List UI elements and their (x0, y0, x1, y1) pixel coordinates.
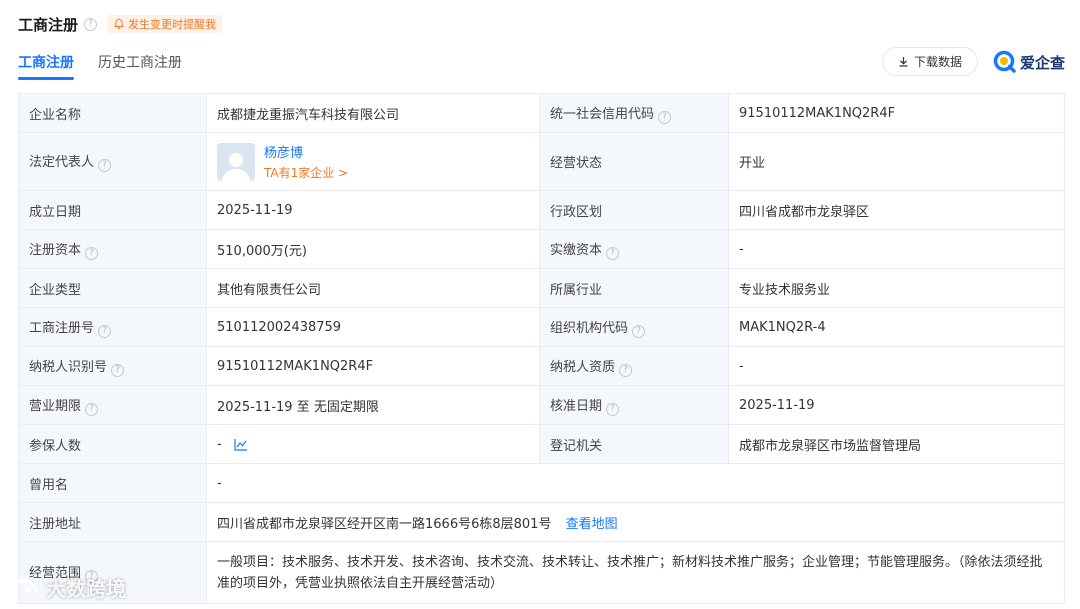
company-type-value: 其他有限责任公司 (206, 268, 540, 308)
paid-capital-label: 实缴资本? (539, 229, 729, 269)
help-icon[interactable]: ? (606, 246, 620, 260)
paid-capital-value: - (728, 229, 1065, 269)
industry-label: 所属行业 (539, 268, 729, 308)
registration-table: 企业名称 成都捷龙重振汽车科技有限公司 统一社会信用代码? 91510112MA… (18, 93, 1065, 604)
view-map-link[interactable]: 查看地图 (566, 517, 618, 532)
insured-count: - (217, 436, 222, 452)
legal-rep-companies-link[interactable]: TA有1家企业 > (264, 164, 348, 181)
company-name-label: 企业名称 (18, 93, 207, 133)
table-row: 纳税人识别号? 91510112MAK1NQ2R4F 纳税人资质? - (18, 346, 1065, 386)
avatar[interactable] (217, 142, 255, 181)
authority-label: 登记机关 (539, 424, 729, 464)
former-name-label: 曾用名 (18, 463, 207, 503)
download-icon (899, 57, 908, 67)
reg-capital-value: 510,000万(元) (206, 229, 540, 269)
bell-icon (114, 18, 124, 29)
watermark-logo-icon (4, 578, 38, 596)
taxpayer-qual-value: - (728, 346, 1065, 386)
help-icon[interactable]: ? (98, 159, 112, 172)
brand-label: 爱企查 (1020, 53, 1066, 72)
help-icon[interactable]: ? (111, 363, 125, 377)
brand-logo: 爱企查 (993, 49, 1065, 75)
reg-number-value: 510112002438759 (206, 307, 540, 347)
table-row: 企业类型 其他有限责任公司 所属行业 专业技术服务业 (18, 268, 1065, 308)
taxpayer-id-label: 纳税人识别号? (18, 346, 207, 386)
industry-value: 专业技术服务业 (728, 268, 1065, 308)
tab-registration[interactable]: 工商注册 (18, 52, 74, 80)
authority-value: 成都市龙泉驿区市场监督管理局 (728, 424, 1065, 464)
tab-bar: 工商注册 历史工商注册 (18, 52, 206, 80)
watermark: 大数跨境 (2, 573, 126, 602)
founded-label: 成立日期 (18, 190, 207, 230)
download-button[interactable]: 下载数据 (882, 47, 978, 76)
table-row: 成立日期 2025-11-19 行政区划 四川省成都市龙泉驿区 (18, 190, 1065, 230)
company-name-value: 成都捷龙重振汽车科技有限公司 (206, 93, 540, 133)
table-row: 注册资本? 510,000万(元) 实缴资本? - (18, 229, 1065, 269)
approval-date-value: 2025-11-19 (728, 385, 1065, 425)
term-label: 营业期限? (18, 385, 207, 425)
legal-rep-name-link[interactable]: 杨彦博 (264, 142, 348, 161)
table-row: 经营范围? 一般项目：技术服务、技术开发、技术咨询、技术交流、技术转让、技术推广… (18, 541, 1065, 604)
status-label: 经营状态 (539, 132, 729, 191)
page-title: 工商注册 (18, 15, 79, 34)
org-code-label: 组织机构代码? (539, 307, 729, 347)
table-row: 参保人数 - 登记机关 成都市龙泉驿区市场监督管理局 (18, 424, 1065, 464)
change-alert-button[interactable]: 发生变更时提醒我 (107, 15, 223, 33)
help-icon[interactable]: ? (85, 402, 99, 416)
help-icon[interactable]: ? (606, 402, 620, 416)
trend-chart-icon[interactable] (234, 438, 248, 451)
tab-history-registration[interactable]: 历史工商注册 (98, 52, 182, 78)
legal-rep-label: 法定代表人? (18, 132, 207, 191)
insured-label: 参保人数 (18, 424, 207, 464)
help-icon[interactable]: ? (619, 363, 633, 377)
founded-value: 2025-11-19 (206, 190, 540, 230)
term-value: 2025-11-19 至 无固定期限 (206, 385, 540, 425)
taxpayer-id-value: 91510112MAK1NQ2R4F (206, 346, 540, 386)
change-alert-label: 发生变更时提醒我 (128, 18, 217, 31)
page-header: 工商注册 ? 发生变更时提醒我 (18, 12, 223, 36)
credit-code-value: 91510112MAK1NQ2R4F (728, 93, 1065, 133)
org-code-value: MAK1NQ2R-4 (728, 307, 1065, 347)
approval-date-label: 核准日期? (539, 385, 729, 425)
scope-value: 一般项目：技术服务、技术开发、技术咨询、技术交流、技术转让、技术推广；新材料技术… (206, 541, 1065, 604)
address-value: 四川省成都市龙泉驿区经开区南一路1666号6栋8层801号 查看地图 (206, 502, 1065, 542)
region-value: 四川省成都市龙泉驿区 (728, 190, 1065, 230)
address-text: 四川省成都市龙泉驿区经开区南一路1666号6栋8层801号 (217, 516, 552, 532)
help-icon[interactable]: ? (632, 324, 646, 338)
reg-number-label: 工商注册号? (18, 307, 207, 347)
table-row: 注册地址 四川省成都市龙泉驿区经开区南一路1666号6栋8层801号 查看地图 (18, 502, 1065, 542)
download-label: 下载数据 (913, 55, 962, 69)
help-icon[interactable]: ? (85, 246, 99, 260)
company-type-label: 企业类型 (18, 268, 207, 308)
region-label: 行政区划 (539, 190, 729, 230)
status-value: 开业 (728, 132, 1065, 191)
help-icon[interactable]: ? (84, 17, 98, 31)
address-label: 注册地址 (18, 502, 207, 542)
table-row: 工商注册号? 510112002438759 组织机构代码? MAK1NQ2R-… (18, 307, 1065, 347)
watermark-text: 大数跨境 (46, 577, 126, 601)
help-icon[interactable]: ? (98, 324, 112, 338)
help-icon[interactable]: ? (658, 110, 672, 124)
table-row: 曾用名 - (18, 463, 1065, 503)
person-avatar-icon (222, 152, 250, 181)
table-row: 营业期限? 2025-11-19 至 无固定期限 核准日期? 2025-11-1… (18, 385, 1065, 425)
former-name-value: - (206, 463, 1065, 503)
table-row: 法定代表人? 杨彦博 TA有1家企业 > 经营状态 开业 (18, 132, 1065, 191)
reg-capital-label: 注册资本? (18, 229, 207, 269)
legal-rep-value: 杨彦博 TA有1家企业 > (206, 132, 540, 191)
insured-value: - (206, 424, 540, 464)
aiqicha-logo-icon (993, 50, 1016, 73)
table-row: 企业名称 成都捷龙重振汽车科技有限公司 统一社会信用代码? 91510112MA… (18, 93, 1065, 133)
taxpayer-qual-label: 纳税人资质? (539, 346, 729, 386)
credit-code-label: 统一社会信用代码? (539, 93, 729, 133)
